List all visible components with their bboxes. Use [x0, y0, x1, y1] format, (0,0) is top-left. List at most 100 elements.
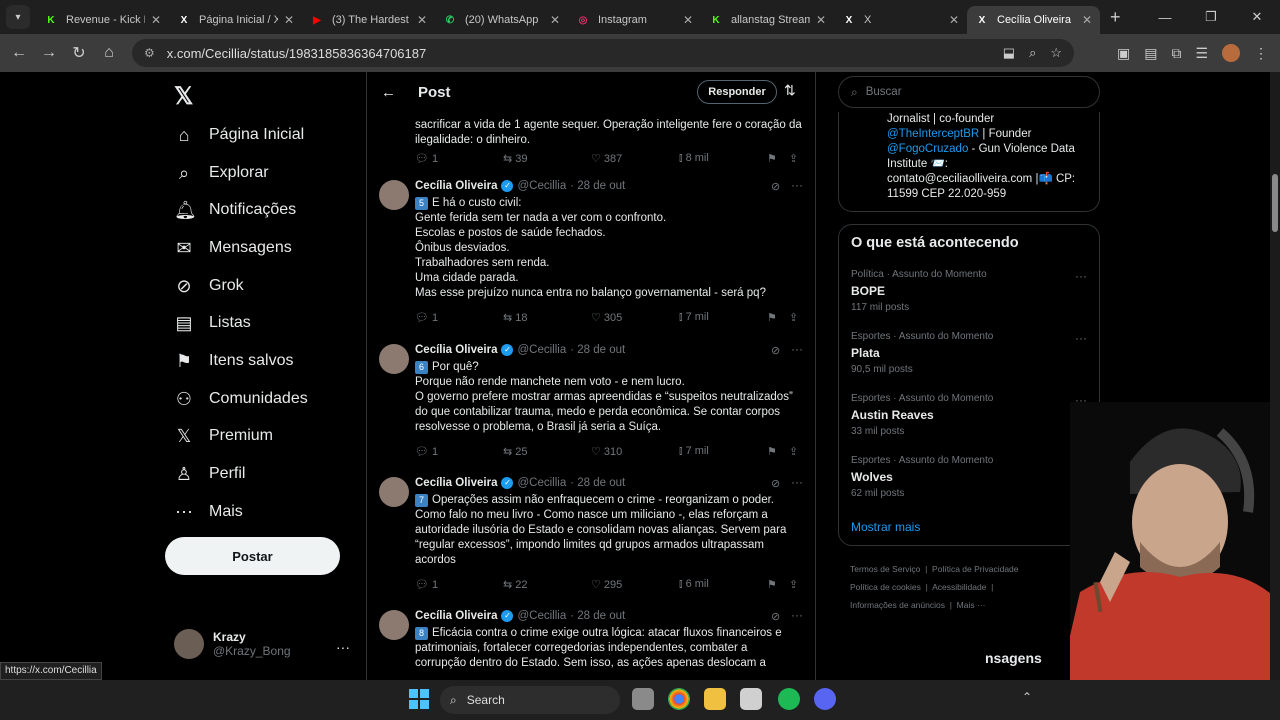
browser-tab[interactable]: X Página Inicial / X ✕ — [169, 6, 302, 34]
share-action[interactable]: ⇪ — [789, 152, 798, 165]
extension-icon-1[interactable]: ▣ — [1117, 45, 1130, 62]
repost-action[interactable]: ⇆ 22 — [503, 578, 528, 591]
tweet-author-handle[interactable]: @Cecillia — [517, 344, 566, 356]
grok-explain-icon[interactable]: ⊘ — [771, 477, 780, 490]
tweet-author-handle[interactable]: @Cecillia — [517, 180, 566, 192]
tab-close-icon[interactable]: ✕ — [816, 13, 826, 27]
nav-messages[interactable]: ✉ Mensagens — [174, 233, 291, 263]
trend-item[interactable]: Esportes · Assunto do Momento Plata 90,5 m… — [851, 331, 1091, 375]
grok-explain-icon[interactable]: ⊘ — [771, 610, 780, 623]
like-action[interactable]: ♡ 295 — [591, 578, 622, 591]
tweet-more-icon[interactable]: ··· — [791, 608, 803, 622]
bookmark-action[interactable]: ⚑ — [767, 311, 777, 324]
trend-item[interactable]: Política · Assunto do Momento BOPE 117 mil… — [851, 269, 1091, 313]
extensions-puzzle-icon[interactable]: ⧉ — [1171, 45, 1181, 62]
tweet-date[interactable]: · 28 de out — [570, 180, 625, 192]
back-button[interactable]: ← — [4, 44, 34, 62]
bookmark-action[interactable]: ⚑ — [767, 152, 777, 165]
scrollbar-thumb[interactable] — [1272, 174, 1278, 232]
nav-profile[interactable]: ♙ Perfil — [174, 459, 246, 489]
messages-dock[interactable]: nsagens — [985, 650, 1042, 666]
windows-start-icon[interactable] — [408, 688, 430, 710]
reply-button[interactable]: Responder — [697, 80, 777, 104]
repost-action[interactable]: ⇆ 39 — [503, 152, 528, 165]
tweet-date[interactable]: · 28 de out — [570, 344, 625, 356]
taskbar-search[interactable]: ⌕ Search — [440, 686, 620, 714]
footer-more[interactable]: Mais ··· — [957, 600, 986, 610]
tweet-author-handle[interactable]: @Cecillia — [517, 477, 566, 489]
nav-explore[interactable]: ⌕ Explorar — [174, 158, 269, 188]
browser-tab[interactable]: Kallanstag Stream ✕ — [701, 6, 834, 34]
file-explorer-icon[interactable] — [704, 688, 726, 710]
tweet-author-name[interactable]: Cecília Oliveira — [415, 477, 497, 489]
tray-chevron-icon[interactable]: ⌃ — [1022, 690, 1032, 704]
extension-icon-2[interactable]: ▤ — [1144, 45, 1157, 62]
grok-explain-icon[interactable]: ⊘ — [771, 180, 780, 193]
share-action[interactable]: ⇪ — [789, 311, 798, 324]
zoom-icon[interactable]: ⌕ — [1029, 45, 1036, 61]
nav-grok[interactable]: ⊘ Grok — [174, 271, 243, 301]
tab-close-icon[interactable]: ✕ — [151, 13, 161, 27]
reply-action[interactable]: 💬︎ 1 — [415, 445, 438, 458]
tab-search-menu[interactable]: ▾ — [6, 5, 30, 29]
trend-item[interactable]: Esportes · Assunto do Momento Wolves 62 mi… — [851, 455, 1091, 499]
share-action[interactable]: ⇪ — [789, 578, 798, 591]
views-action[interactable]: ⫾ 7 mil — [679, 445, 709, 458]
nav-notifications[interactable]: 🔔︎ Notificações — [174, 195, 296, 225]
tweet-more-icon[interactable]: ··· — [791, 342, 803, 356]
trend-item[interactable]: Esportes · Assunto do Momento Austin Reav… — [851, 393, 1091, 437]
nav-premium[interactable]: 𝕏 Premium — [174, 421, 273, 451]
footer-tos[interactable]: Termos de Serviço — [850, 564, 920, 574]
profile-avatar[interactable] — [1222, 44, 1240, 62]
like-action[interactable]: ♡ 387 — [591, 152, 622, 165]
views-action[interactable]: ⫾ 8 mil — [679, 152, 709, 165]
footer-ads[interactable]: Informações de anúncios — [850, 600, 945, 610]
tweet-date[interactable]: · 28 de out — [570, 477, 625, 489]
tab-close-icon[interactable]: ✕ — [550, 13, 560, 27]
tweet-avatar[interactable] — [379, 344, 409, 374]
nav-more[interactable]: ⋯ Mais — [174, 497, 243, 527]
reply-action[interactable]: 💬︎ 1 — [415, 152, 438, 165]
tab-close-icon[interactable]: ✕ — [683, 13, 693, 27]
tab-close-icon[interactable]: ✕ — [417, 13, 427, 27]
browser-tab[interactable]: X X ✕ — [834, 6, 967, 34]
views-action[interactable]: ⫾ 7 mil — [679, 311, 709, 324]
filter-icon[interactable]: ⇅ — [784, 82, 796, 99]
chrome-icon[interactable] — [668, 688, 690, 710]
tab-close-icon[interactable]: ✕ — [284, 13, 294, 27]
bio-link-fogocruzado[interactable]: @FogoCruzado — [887, 143, 968, 155]
bio-link-intercept[interactable]: @TheInterceptBR — [887, 128, 979, 140]
back-arrow-icon[interactable]: ← — [381, 84, 396, 101]
tweet-avatar[interactable] — [379, 180, 409, 210]
repost-action[interactable]: ⇆ 18 — [503, 311, 528, 324]
tweet-author-handle[interactable]: @Cecillia — [517, 610, 566, 622]
tweet-author-name[interactable]: Cecília Oliveira — [415, 610, 497, 622]
bookmark-action[interactable]: ⚑ — [767, 445, 777, 458]
like-action[interactable]: ♡ 310 — [591, 445, 622, 458]
browser-tab[interactable]: K Revenue - Kick D ✕ — [36, 6, 169, 34]
footer-privacy[interactable]: Política de Privacidade — [932, 564, 1018, 574]
bookmark-star-icon[interactable]: ☆ — [1050, 45, 1062, 61]
tweet-avatar[interactable] — [379, 477, 409, 507]
tab-close-icon[interactable]: ✕ — [949, 13, 959, 27]
browser-tab[interactable]: ◎ Instagram ✕ — [568, 6, 701, 34]
page-scrollbar[interactable] — [1270, 72, 1280, 680]
account-more-icon[interactable]: ··· — [336, 639, 350, 655]
browser-tab[interactable]: ▶ (3) The Hardest I ✕ — [302, 6, 435, 34]
share-action[interactable]: ⇪ — [789, 445, 798, 458]
show-more-link[interactable]: Mostrar mais — [851, 520, 920, 534]
browser-tab[interactable]: X Cecília Oliveira ✕ — [967, 6, 1100, 34]
discord-icon[interactable] — [814, 688, 836, 710]
tweet-more-icon[interactable]: ··· — [791, 475, 803, 489]
footer-cookies[interactable]: Política de cookies — [850, 582, 921, 592]
tweet-more-icon[interactable]: ··· — [791, 178, 803, 192]
bookmark-action[interactable]: ⚑ — [767, 578, 777, 591]
site-info-icon[interactable]: ⚙ — [144, 46, 155, 60]
tab-close-icon[interactable]: ✕ — [1082, 13, 1092, 27]
close-window-button[interactable]: ✕ — [1234, 9, 1280, 25]
new-tab-button[interactable]: + — [1110, 7, 1121, 28]
tweet-author-name[interactable]: Cecília Oliveira — [415, 344, 497, 356]
views-action[interactable]: ⫾ 6 mil — [679, 578, 709, 591]
restore-button[interactable]: ❐ — [1188, 9, 1234, 25]
post-button[interactable]: Postar — [165, 537, 340, 575]
